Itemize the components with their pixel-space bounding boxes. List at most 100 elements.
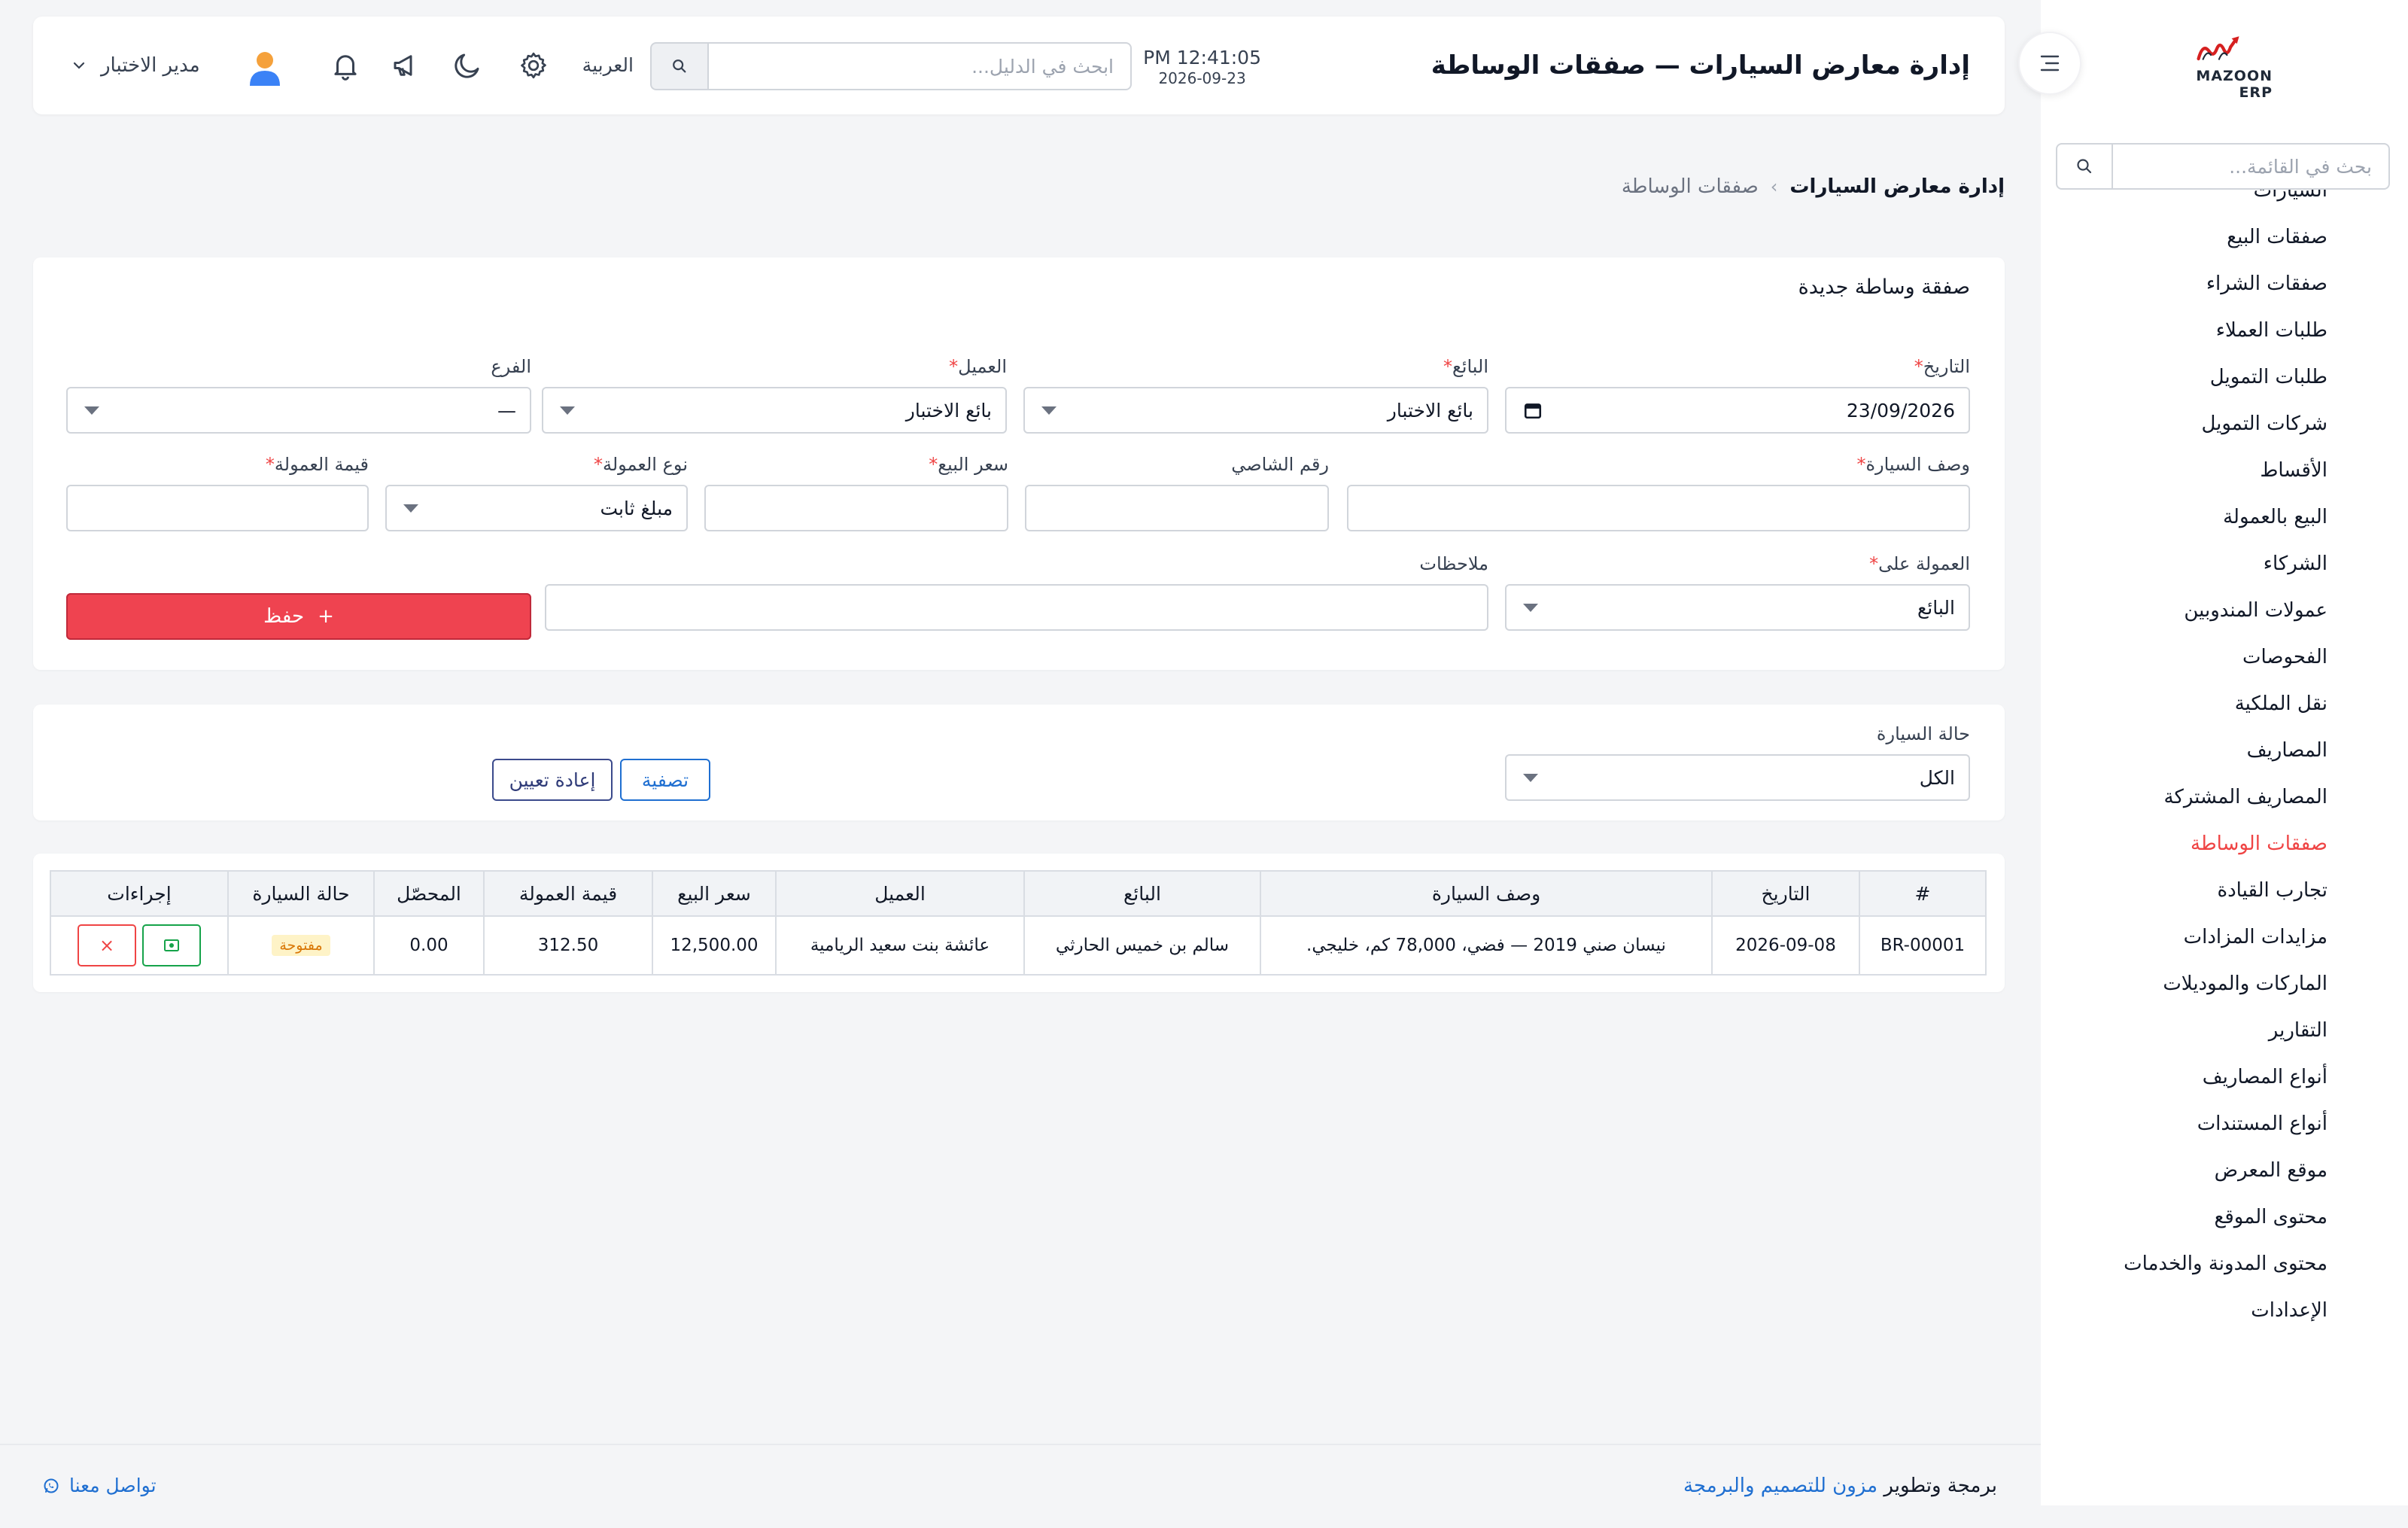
view-receipt-button[interactable]: [142, 924, 201, 966]
guide-search: [650, 42, 1132, 90]
logo[interactable]: MAZOON ERP: [2167, 33, 2273, 101]
sidebar-item-test-drives[interactable]: تجارب القيادة: [2041, 867, 2408, 914]
column-header-seller[interactable]: البائع: [1023, 870, 1261, 917]
sale-price-input[interactable]: [704, 485, 1008, 531]
notes-field: ملاحظات: [545, 551, 1488, 631]
cell-collected: 0.00: [373, 915, 485, 976]
sidebar-item-finance-companies[interactable]: شركات التمويل: [2041, 400, 2408, 447]
reset-button[interactable]: إعادة تعيين: [492, 759, 613, 801]
column-header-commission[interactable]: قيمة العمولة: [483, 870, 653, 917]
sidebar-item-installments[interactable]: الأقساط: [2041, 447, 2408, 494]
commission-type-select[interactable]: مبلغ ثابت: [385, 485, 688, 531]
sidebar-item-sales[interactable]: صفقات البيع: [2041, 214, 2408, 260]
sale-price-field: سعر البيع*: [704, 452, 1008, 531]
contact-us-link[interactable]: تواصل معنا: [42, 1469, 157, 1502]
column-header-car[interactable]: وصف السيارة: [1260, 870, 1713, 917]
car-description-label: وصف السيارة*: [1856, 454, 1970, 475]
avatar[interactable]: [244, 47, 286, 89]
seller-select[interactable]: بائع الاختبار: [1023, 387, 1488, 434]
guide-search-input[interactable]: [707, 42, 1132, 90]
filter-button[interactable]: تصفية: [620, 759, 710, 801]
sidebar-item-inspections[interactable]: الفحوصات: [2041, 634, 2408, 680]
sidebar-search-input[interactable]: [2113, 145, 2388, 188]
column-header-collected[interactable]: المحصّل: [373, 870, 485, 917]
sidebar-item-expenses[interactable]: المصاريف: [2041, 727, 2408, 774]
date-field: التاريخ* 23/09/2026: [1505, 354, 1970, 434]
save-button[interactable]: + حفظ: [66, 593, 531, 640]
chassis-field: رقم الشاصي: [1025, 452, 1329, 531]
sidebar-item-document-types[interactable]: أنواع المستندات: [2041, 1100, 2408, 1147]
user-name[interactable]: مدير الاختبار: [101, 17, 200, 114]
column-header-id[interactable]: #: [1859, 870, 1987, 917]
caret-down-icon: [84, 406, 99, 415]
footer-credit-link[interactable]: مزون للتصميم والبرمجة: [1683, 1475, 1877, 1497]
client-select[interactable]: بائع الاختبار: [542, 387, 1007, 434]
megaphone-icon: [394, 55, 412, 76]
commission-value-field: قيمة العمولة*: [66, 452, 369, 531]
commission-value-input[interactable]: [66, 485, 369, 531]
settings-button[interactable]: [515, 47, 552, 84]
sidebar-item-cars[interactable]: السيارات: [2041, 190, 2408, 214]
column-header-client[interactable]: العميل: [775, 870, 1025, 917]
sidebar-item-brokerage-deals[interactable]: صفقات الوساطة: [2041, 820, 2408, 867]
client-field: العميل* بائع الاختبار: [542, 354, 1007, 434]
car-status-filter-select[interactable]: الكل: [1505, 754, 1970, 801]
branch-select[interactable]: —: [66, 387, 531, 434]
page-title: إدارة معارض السيارات — صفقات الوساطة: [1431, 50, 1970, 81]
sidebar-item-reports[interactable]: التقارير: [2041, 1007, 2408, 1054]
sidebar-item-consignment[interactable]: البيع بالعمولة: [2041, 494, 2408, 540]
dark-mode-button[interactable]: [448, 47, 486, 84]
notifications-button[interactable]: [327, 47, 364, 84]
user-menu-toggle[interactable]: [68, 54, 90, 77]
table-row[interactable]: BR-00001 2026-09-08 نيسان صني 2019 — فضي…: [50, 915, 1987, 976]
sidebar-item-shared-expenses[interactable]: المصاريف المشتركة: [2041, 774, 2408, 820]
breadcrumb-separator: ›: [1770, 176, 1778, 197]
sidebar-item-finance-requests[interactable]: طلبات التمويل: [2041, 354, 2408, 400]
sidebar-item-expense-types[interactable]: أنواع المصاريف: [2041, 1054, 2408, 1100]
commission-on-label: العمولة على*: [1869, 553, 1970, 574]
sidebar-toggle-button[interactable]: [2018, 32, 2081, 95]
sidebar-item-brands-models[interactable]: الماركات والموديلات: [2041, 960, 2408, 1007]
cell-status: مفتوحة: [227, 915, 375, 976]
footer-credit: برمجة وتطوير مزون للتصميم والبرمجة: [1683, 1469, 1997, 1502]
cash-icon: [164, 939, 179, 951]
sidebar-item-settings[interactable]: الإعدادات: [2041, 1287, 2408, 1334]
cell-client: عائشة بنت سعيد الريامية: [775, 915, 1025, 976]
announcements-button[interactable]: [387, 47, 424, 84]
cell-commission: 312.50: [483, 915, 653, 976]
date-label: التاريخ*: [1914, 356, 1970, 377]
car-description-input[interactable]: [1347, 485, 1970, 531]
search-icon: [673, 59, 686, 73]
search-icon: [2077, 159, 2092, 174]
sidebar-item-showroom-site[interactable]: موقع المعرض: [2041, 1147, 2408, 1194]
car-description-field: وصف السيارة*: [1347, 452, 1970, 531]
sidebar-item-auction-bids[interactable]: مزايدات المزادات: [2041, 914, 2408, 960]
sidebar-item-ownership-transfer[interactable]: نقل الملكية: [2041, 680, 2408, 727]
guide-search-button[interactable]: [650, 42, 707, 90]
cell-id: BR-00001: [1859, 915, 1987, 976]
language-switch[interactable]: العربية: [582, 17, 634, 114]
sidebar-item-partners[interactable]: الشركاء: [2041, 540, 2408, 587]
column-header-actions: إجراءات: [50, 870, 229, 917]
sidebar-item-client-requests[interactable]: طلبات العملاء: [2041, 307, 2408, 354]
commission-on-select[interactable]: البائع: [1505, 584, 1970, 631]
whatsapp-icon: [44, 1478, 59, 1493]
column-header-sale-price[interactable]: سعر البيع: [652, 870, 777, 917]
column-header-status[interactable]: حالة السيارة: [227, 870, 375, 917]
chevron-down-icon: [73, 62, 85, 69]
notes-input[interactable]: [545, 584, 1488, 631]
top-header: إدارة معارض السيارات — صفقات الوساطة PM …: [33, 17, 2005, 114]
caret-down-icon: [1041, 406, 1057, 415]
chassis-input[interactable]: [1025, 485, 1329, 531]
clock-time: PM 12:41:05: [1143, 47, 1261, 68]
moon-icon: [455, 53, 479, 78]
date-input[interactable]: 23/09/2026: [1505, 387, 1970, 434]
delete-button[interactable]: ×: [78, 924, 136, 966]
sidebar-search-button[interactable]: [2057, 145, 2113, 188]
column-header-date[interactable]: التاريخ: [1711, 870, 1860, 917]
sidebar-item-purchases[interactable]: صفقات الشراء: [2041, 260, 2408, 307]
sidebar-item-agent-commissions[interactable]: عمولات المندوبين: [2041, 587, 2408, 634]
sidebar-item-site-content[interactable]: محتوى الموقع: [2041, 1194, 2408, 1240]
sidebar-item-blog-content[interactable]: محتوى المدونة والخدمات: [2041, 1240, 2408, 1287]
breadcrumb-root[interactable]: إدارة معارض السيارات: [1789, 170, 2005, 203]
